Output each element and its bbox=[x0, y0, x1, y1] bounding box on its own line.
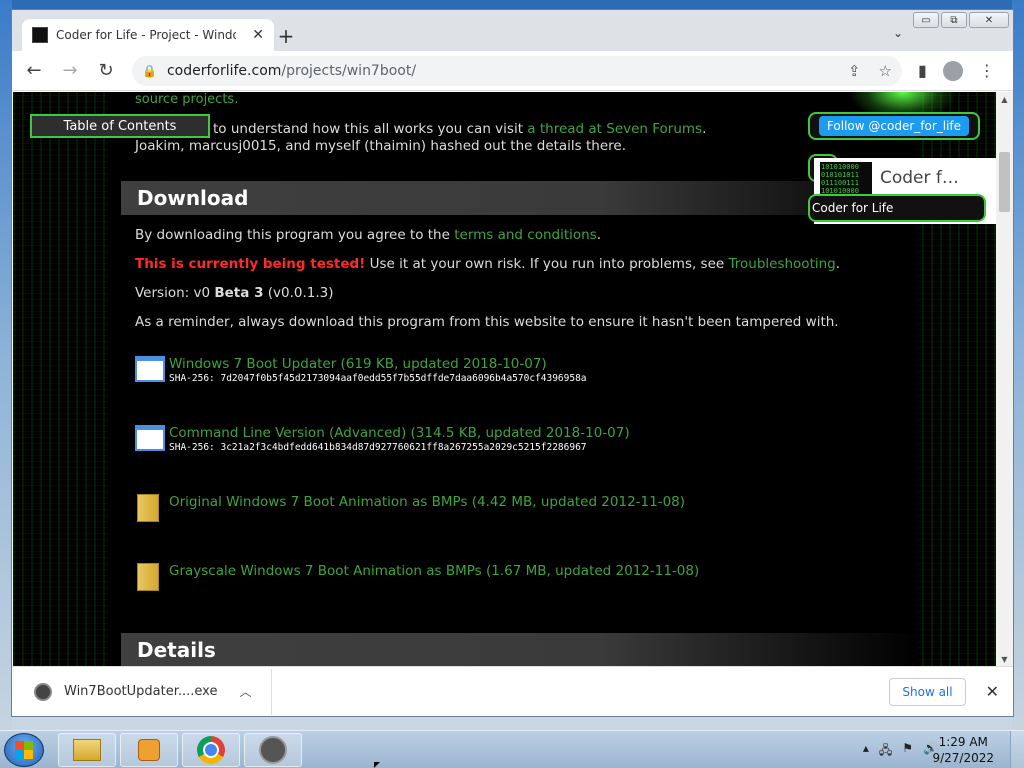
taskbar: ▴ 🖧 ⚑ 🔊 1:29 AM 9/27/2022 bbox=[0, 730, 1024, 768]
download-section-header: Download bbox=[121, 181, 921, 215]
downloaded-file-icon bbox=[34, 682, 52, 701]
sha256-hash: SHA-256: 7d2047f0b5f45d2173094aaf0edd55f… bbox=[169, 373, 587, 384]
downloads-bar: Win7BootUpdater....exe ︿ Show all ✕ bbox=[12, 666, 1013, 716]
scroll-down-arrow-icon[interactable]: ▼ bbox=[996, 652, 1013, 666]
download-link[interactable]: Original Windows 7 Boot Animation as BMP… bbox=[169, 494, 685, 510]
folder-icon bbox=[73, 739, 101, 761]
download-link[interactable]: Windows 7 Boot Updater (619 KB, updated … bbox=[169, 356, 547, 372]
taskbar-media-player[interactable] bbox=[120, 733, 178, 767]
window-controls: ▭ ⧉ ✕ bbox=[913, 12, 1009, 28]
scrollbar-thumb[interactable] bbox=[999, 152, 1010, 212]
show-desktop-button[interactable] bbox=[1010, 731, 1024, 768]
minimize-button[interactable]: ▭ bbox=[913, 12, 939, 28]
show-all-button[interactable]: Show all bbox=[889, 677, 966, 706]
warning-paragraph: This is currently being tested! Use it a… bbox=[135, 256, 841, 272]
clock-date: 9/27/2022 bbox=[932, 751, 994, 765]
application-icon bbox=[135, 356, 165, 382]
scroll-up-arrow-icon[interactable]: ▲ bbox=[996, 92, 1013, 106]
divider bbox=[271, 668, 273, 715]
side-panel-icon[interactable]: ▮ bbox=[918, 61, 927, 80]
reload-icon[interactable]: ↻ bbox=[92, 57, 120, 85]
download-link[interactable]: Command Line Version (Advanced) (314.5 K… bbox=[169, 425, 630, 441]
mouse-cursor-icon bbox=[374, 762, 380, 768]
troubleshooting-link[interactable]: Troubleshooting bbox=[729, 256, 836, 272]
maximize-button[interactable]: ⧉ bbox=[941, 12, 967, 28]
clock-time: 1:29 AM bbox=[938, 735, 988, 749]
intro-paragraph-line: to understand how this all works you can… bbox=[213, 121, 707, 137]
card-title: Coder f… bbox=[880, 168, 959, 188]
sha256-hash: SHA-256: 3c21a2f3c4bdfedd641b834d87d9277… bbox=[169, 442, 587, 453]
close-icon[interactable]: ✕ bbox=[986, 682, 999, 701]
site-card-popup[interactable]: 101010000 010101011 011100111 101010000 Cod… bbox=[808, 158, 996, 224]
site-favicon-icon bbox=[32, 27, 48, 43]
binary-logo-icon: 101010000 010101011 011100111 101010000 bbox=[820, 162, 872, 194]
new-tab-button[interactable]: + bbox=[276, 24, 296, 48]
tab-title: Coder for Life - Project - Window bbox=[56, 28, 236, 42]
reminder-paragraph: As a reminder, always download this prog… bbox=[135, 314, 839, 330]
media-player-icon bbox=[138, 739, 160, 761]
url-path: /projects/win7boot/ bbox=[281, 62, 417, 79]
twitter-follow-button[interactable]: Follow @coder_for_life bbox=[818, 116, 970, 136]
web-page: source projects. Table of Contents to un… bbox=[13, 92, 996, 666]
intro-paragraph-line-2: Joakim, marcusj0015, and myself (thaimin… bbox=[135, 138, 627, 154]
details-heading: Details bbox=[137, 638, 216, 662]
menu-kebab-icon[interactable]: ⋮ bbox=[979, 61, 995, 80]
zip-folder-icon bbox=[137, 563, 159, 591]
tab-close-icon[interactable]: ✕ bbox=[252, 27, 264, 43]
chevron-up-icon[interactable]: ︿ bbox=[239, 683, 251, 700]
download-heading: Download bbox=[137, 186, 249, 210]
tray-expand-icon[interactable]: ▴ bbox=[863, 741, 869, 762]
source-projects-link[interactable]: source projects. bbox=[135, 92, 238, 107]
twitter-follow-widget: Follow @coder_for_life bbox=[808, 112, 980, 140]
forward-arrow-icon[interactable]: → bbox=[56, 57, 84, 85]
application-icon bbox=[135, 425, 165, 451]
zip-folder-icon bbox=[137, 494, 159, 522]
taskbar-app[interactable] bbox=[244, 733, 302, 767]
chrome-icon bbox=[197, 736, 225, 764]
clock[interactable]: 1:29 AM 9/27/2022 bbox=[932, 734, 994, 766]
download-link[interactable]: Grayscale Windows 7 Boot Animation as BM… bbox=[169, 563, 699, 579]
windows-logo-icon bbox=[15, 741, 33, 759]
terms-link[interactable]: terms and conditions bbox=[454, 227, 597, 243]
tab-coder-for-life[interactable]: Coder for Life - Project - Window ✕ bbox=[22, 19, 274, 51]
table-of-contents-button[interactable]: Table of Contents bbox=[30, 114, 210, 138]
system-tray: ▴ 🖧 ⚑ 🔊 bbox=[863, 741, 938, 762]
url-host: coderforlife.com bbox=[166, 62, 282, 79]
browser-window: Coder for Life - Project - Window ✕ + ⌄ … bbox=[11, 9, 1014, 717]
site-card: 101010000 010101011 011100111 101010000 Cod… bbox=[808, 154, 996, 224]
app-icon bbox=[259, 736, 287, 764]
address-bar[interactable]: 🔒 coderforlife.com /projects/win7boot/ ⇪… bbox=[132, 55, 902, 86]
version-paragraph: Version: v0 Beta 3 (v0.0.1.3) bbox=[135, 285, 334, 301]
lock-icon[interactable]: 🔒 bbox=[142, 64, 157, 78]
back-arrow-icon[interactable]: ← bbox=[20, 57, 48, 85]
profile-avatar-icon[interactable] bbox=[942, 60, 963, 81]
flag-icon[interactable]: ⚑ bbox=[902, 741, 913, 762]
taskbar-explorer[interactable] bbox=[58, 733, 116, 767]
card-label-box: Coder for Life bbox=[808, 194, 986, 222]
testing-warning: This is currently being tested! bbox=[135, 256, 366, 272]
seven-forums-link[interactable]: a thread at Seven Forums bbox=[527, 121, 702, 137]
network-icon[interactable]: 🖧 bbox=[879, 741, 892, 762]
tab-search-chevron-icon[interactable]: ⌄ bbox=[893, 26, 903, 40]
terms-paragraph: By downloading this program you agree to… bbox=[135, 227, 602, 243]
taskbar-chrome[interactable] bbox=[182, 733, 240, 767]
bookmark-star-icon[interactable]: ☆ bbox=[879, 62, 892, 80]
tab-strip: Coder for Life - Project - Window ✕ + ⌄ … bbox=[12, 10, 1013, 51]
card-label: Coder for Life bbox=[812, 201, 894, 215]
close-window-button[interactable]: ✕ bbox=[969, 12, 1009, 28]
share-icon[interactable]: ⇪ bbox=[848, 62, 861, 80]
details-section-header: Details bbox=[121, 633, 921, 666]
page-scrollbar[interactable]: ▲ ▼ bbox=[996, 92, 1013, 666]
downloaded-file-name[interactable]: Win7BootUpdater....exe bbox=[64, 684, 217, 699]
start-button[interactable] bbox=[4, 733, 44, 767]
browser-toolbar: ← → ↻ 🔒 coderforlife.com /projects/win7b… bbox=[12, 51, 1013, 91]
